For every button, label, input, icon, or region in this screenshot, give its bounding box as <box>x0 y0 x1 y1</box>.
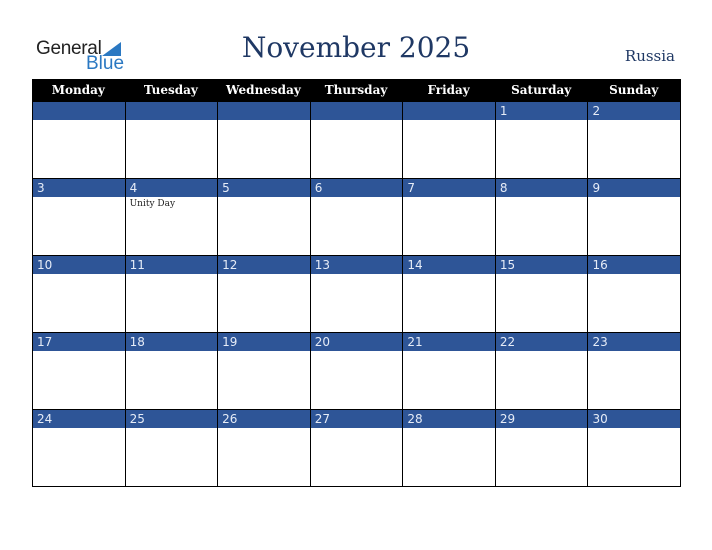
day-cell[interactable]: 13 <box>309 255 403 332</box>
day-number: 26 <box>218 410 310 428</box>
day-cell[interactable]: 29 <box>494 409 588 486</box>
day-cell[interactable]: 12 <box>217 255 310 332</box>
day-cell[interactable]: 17 <box>32 332 125 409</box>
day-number: 6 <box>310 179 403 197</box>
day-number: 22 <box>495 333 588 351</box>
day-number: 19 <box>218 333 310 351</box>
day-cell[interactable]: 18 <box>124 332 218 409</box>
day-cell[interactable]: 27 <box>309 409 403 486</box>
day-cell[interactable]: 6 <box>309 178 403 255</box>
day-number: 27 <box>310 410 403 428</box>
day-number: 8 <box>495 179 588 197</box>
day-cell[interactable] <box>217 101 310 178</box>
day-cell[interactable]: 8 <box>494 178 588 255</box>
day-cell[interactable] <box>402 101 495 178</box>
day-number: 18 <box>125 333 218 351</box>
country-label: Russia <box>624 47 675 65</box>
week-row: 17 18 19 20 21 22 23 <box>32 332 681 409</box>
day-cell[interactable]: 24 <box>32 409 125 486</box>
week-row: 24 25 26 27 28 29 30 <box>32 409 681 486</box>
weekday-friday: Friday <box>427 83 470 97</box>
day-cell[interactable]: 1 <box>494 101 588 178</box>
weekday-sunday: Sunday <box>609 83 659 97</box>
day-number: 13 <box>310 256 403 274</box>
day-number <box>218 102 310 120</box>
day-number: 23 <box>588 333 681 351</box>
week-row: 10 11 12 13 14 15 16 <box>32 255 681 332</box>
day-cell[interactable]: 16 <box>587 255 681 332</box>
day-cell[interactable]: 9 <box>587 178 681 255</box>
day-number: 7 <box>403 179 495 197</box>
day-number: 15 <box>495 256 588 274</box>
day-number: 14 <box>403 256 495 274</box>
weekday-header: Monday Tuesday Wednesday Thursday Friday Satu… <box>32 79 680 101</box>
day-cell[interactable] <box>32 101 125 178</box>
day-cell[interactable] <box>309 101 403 178</box>
weekday-monday: Monday <box>51 83 105 97</box>
day-number: 1 <box>495 102 588 120</box>
day-number: 21 <box>403 333 495 351</box>
day-cell[interactable]: 15 <box>494 255 588 332</box>
week-row: 12 <box>32 101 681 178</box>
weeks-container: 1 2 3 4 Unity Day 5 6 7 8 9 10 11 12 13 14 15 16 17 18 19 20… <box>32 101 681 486</box>
week-row: 3 4 Unity Day 5 6 7 8 9 <box>32 178 681 255</box>
day-number: 5 <box>218 179 310 197</box>
day-number: 10 <box>33 256 125 274</box>
day-number: 4 <box>125 179 218 197</box>
page-title: November 2025 <box>241 31 471 64</box>
day-number: 11 <box>125 256 218 274</box>
day-number: 9 <box>588 179 681 197</box>
day-cell[interactable]: 30 <box>587 409 681 486</box>
holiday-label: Unity Day <box>129 199 176 209</box>
day-cell[interactable]: 26 <box>217 409 310 486</box>
day-cell[interactable]: 25 <box>124 409 218 486</box>
day-cell[interactable]: 10 <box>32 255 125 332</box>
day-cell[interactable]: 3 <box>32 178 125 255</box>
weekday-thursday: Thursday <box>324 83 388 97</box>
day-cell[interactable]: 28 <box>402 409 495 486</box>
weekday-wednesday: Wednesday <box>226 83 301 97</box>
day-cell[interactable]: 7 <box>402 178 495 255</box>
day-cell[interactable]: 21 <box>402 332 495 409</box>
day-number: 20 <box>310 333 403 351</box>
day-number <box>33 102 125 120</box>
day-number: 2 <box>588 102 681 120</box>
day-cell[interactable]: 11 <box>124 255 218 332</box>
day-number: 17 <box>33 333 125 351</box>
day-number: 24 <box>33 410 125 428</box>
day-cell[interactable]: 20 <box>309 332 403 409</box>
day-cell[interactable] <box>124 101 218 178</box>
day-cell[interactable]: 14 <box>402 255 495 332</box>
day-number: 25 <box>125 410 218 428</box>
day-number: 30 <box>588 410 681 428</box>
day-cell[interactable]: 23 <box>587 332 681 409</box>
day-number: 29 <box>495 410 588 428</box>
day-number <box>403 102 495 120</box>
day-number <box>125 102 218 120</box>
day-cell[interactable]: 19 <box>217 332 310 409</box>
day-cell[interactable]: 2 <box>587 101 681 178</box>
day-number: 16 <box>588 256 681 274</box>
day-number: 3 <box>33 179 125 197</box>
day-cell[interactable]: 22 <box>494 332 588 409</box>
day-cell[interactable]: 4 Unity Day <box>124 178 218 255</box>
weekday-saturday: Saturday <box>511 83 572 97</box>
day-number: 28 <box>403 410 495 428</box>
day-cell[interactable]: 5 <box>217 178 310 255</box>
day-number: 12 <box>218 256 310 274</box>
calendar-grid: Monday Tuesday Wednesday Thursday Friday Satu… <box>32 79 681 487</box>
weekday-tuesday: Tuesday <box>143 83 198 97</box>
day-number <box>310 102 403 120</box>
